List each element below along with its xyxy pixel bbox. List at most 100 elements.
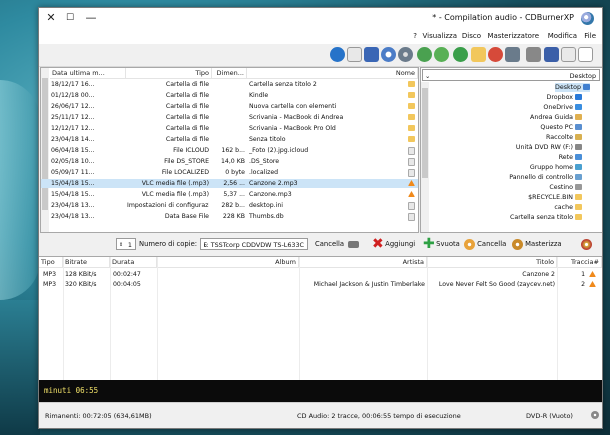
minimize-icon[interactable]: — (83, 11, 99, 25)
log-icon[interactable] (347, 47, 362, 62)
tree-node[interactable]: Dropbox (546, 93, 582, 102)
file-modified: 23/04/18 14... (51, 136, 95, 143)
tree-node-label: Unità DVD RW (F:) (515, 144, 573, 151)
tree-node[interactable]: OneDrive (543, 103, 582, 112)
file-row[interactable]: 23/04/18 13... Impostazioni di configuraz… (41, 201, 418, 210)
copies-input[interactable]: ⇕ 1 (116, 238, 136, 250)
file-icon (408, 169, 415, 177)
clear-label: Svuota (436, 240, 460, 248)
column-album[interactable]: Album (157, 257, 299, 268)
menu-visualizza[interactable]: Visualizza (423, 32, 457, 40)
column-bitrate[interactable]: Bitrate (63, 257, 110, 268)
menu-modifica[interactable]: Modifica (548, 32, 577, 40)
remove-icon: ✖ (372, 235, 384, 252)
file-row[interactable]: 12/12/17 12... Cartella di file Scrivania … (41, 124, 418, 133)
file-row[interactable]: 23/04/18 14... Cartella di file Senza tito… (41, 135, 418, 144)
new-icon[interactable] (578, 47, 593, 62)
tree-node-label: Andrea Guida (530, 114, 573, 121)
track-row[interactable]: MP3 128 KBit/s 00:02:47 Canzone 2 1 (39, 270, 602, 279)
print-icon[interactable] (526, 47, 541, 62)
track-type: MP3 (43, 281, 57, 288)
burn-button[interactable] (579, 237, 592, 252)
info-icon[interactable] (330, 47, 345, 62)
file-row[interactable]: 05/09/17 11... File LOCALIZED 0 byte .local… (41, 168, 418, 177)
location-combo[interactable]: ⌄ Desktop (422, 69, 600, 81)
file-row[interactable]: 06/04/18 15... File ICLOUD 162 b... _Foto (… (41, 146, 418, 155)
menu-disco[interactable]: Disco (462, 32, 481, 40)
tree-node[interactable]: Cartella senza titolo (510, 213, 582, 222)
column-duration[interactable]: Durata (110, 257, 157, 268)
tree-scrollbar[interactable] (421, 82, 429, 232)
close-icon[interactable]: ✕ (43, 11, 59, 25)
column-track-type[interactable]: Tipo (39, 257, 63, 268)
file-row[interactable]: 18/12/17 16... Cartella di file Cartella s… (41, 80, 418, 89)
stop-icon[interactable] (488, 47, 503, 62)
file-row[interactable]: 25/11/17 12... Cartella di file Scrivania … (41, 113, 418, 122)
file-size: 282 b... (221, 202, 245, 209)
drive-icon (348, 240, 360, 248)
tree-node[interactable]: $RECYCLE.BIN (528, 193, 582, 202)
column-size[interactable]: Dimen... (212, 68, 247, 79)
add-button[interactable]: ✚ Svuota (421, 237, 460, 252)
tree-node[interactable]: Cestino (549, 183, 582, 192)
import-icon[interactable] (505, 47, 520, 62)
file-name: Nuova cartella con elementi (249, 103, 337, 110)
file-row[interactable]: 26/06/17 12... Cartella di file Nuova cart… (41, 102, 418, 111)
tree-node[interactable]: Raccolte (546, 133, 582, 142)
tree-node[interactable]: Gruppo home (530, 163, 582, 172)
help-icon[interactable] (364, 47, 379, 62)
add-green-icon[interactable] (417, 47, 432, 62)
tree-node[interactable]: Questo PC (540, 123, 582, 132)
play-icon[interactable] (453, 47, 468, 62)
audio-icon (589, 271, 596, 277)
track-album (159, 270, 297, 279)
column-name[interactable]: Nome (247, 68, 418, 79)
menu-help[interactable]: ? (413, 32, 417, 40)
tree-node[interactable]: Pannello di controllo (509, 173, 582, 182)
tree-node[interactable]: cache (554, 203, 582, 212)
disc-info-icon[interactable] (381, 47, 396, 62)
tree-node[interactable]: Rete (559, 153, 582, 162)
track-number: 2 (581, 281, 585, 288)
erase-button[interactable]: Masterizza (510, 237, 562, 252)
file-name: Scrivania - MacBook Pro Old (249, 125, 336, 132)
file-name: Thumbs.db (249, 213, 284, 220)
file-row[interactable]: 15/04/18 15... VLC media file (.mp3) 5,37 … (41, 190, 418, 199)
open-icon[interactable] (561, 47, 576, 62)
file-row[interactable]: 23/04/18 13... Data Base File 228 KB Thumbs… (41, 212, 418, 221)
plus-icon: ✚ (423, 235, 435, 252)
file-row[interactable]: 01/12/18 00... Cartella di file Kindle (41, 91, 418, 100)
track-artist: Michael Jackson & Justin Timberlake (313, 281, 425, 288)
track-row[interactable]: MP3 320 KBit/s 00:04:05 Michael Jackson & J… (39, 280, 602, 289)
refresh-icon[interactable] (434, 47, 449, 62)
column-track-number[interactable]: Traccia# (557, 257, 602, 268)
file-row[interactable]: 15/04/18 15... VLC media file (.mp3) 2,56 … (41, 179, 418, 188)
column-type[interactable]: Tipo (126, 68, 212, 79)
menu-file[interactable]: File (584, 32, 596, 40)
clear-button[interactable]: Cancella (462, 237, 506, 252)
tree-node[interactable]: Andrea Guida (530, 113, 582, 122)
file-name: _Foto (2).jpg.icloud (249, 147, 309, 154)
file-row[interactable]: 02/05/18 10... File DS_STORE 14,0 KB .DS_St… (41, 157, 418, 166)
track-bitrate: 128 KBit/s (65, 271, 97, 278)
settings-icon[interactable] (398, 47, 413, 62)
column-modified[interactable]: Data ultima m... (50, 68, 126, 79)
drive-select[interactable]: ⌄ F: TSSTcorp CDDVDW TS-L633C (200, 238, 308, 250)
tree-node-icon (575, 204, 582, 210)
tree-node[interactable]: Unità DVD RW (F:) (516, 143, 582, 152)
column-title[interactable]: Titolo (427, 257, 557, 268)
file-name: .DS_Store (249, 158, 280, 165)
save-icon[interactable] (544, 47, 559, 62)
title-bar: ✕ ☐ — * - Compilation audio - CDBurnerXP (39, 8, 602, 30)
column-artist[interactable]: Artista (299, 257, 427, 268)
delete-button[interactable]: Cancella (315, 237, 360, 252)
maximize-icon[interactable]: ☐ (62, 11, 78, 25)
remove-button[interactable]: ✖ Aggiungi (370, 237, 415, 252)
file-icon (408, 158, 415, 166)
file-size (213, 113, 245, 122)
open-folder-icon[interactable] (471, 47, 486, 62)
menu-masterizzatore[interactable]: Masterizzatore (487, 32, 539, 40)
tree-node[interactable]: Desktop (555, 83, 590, 92)
tree-node-label: Cestino (549, 184, 573, 191)
file-modified: 26/06/17 12... (51, 103, 95, 110)
